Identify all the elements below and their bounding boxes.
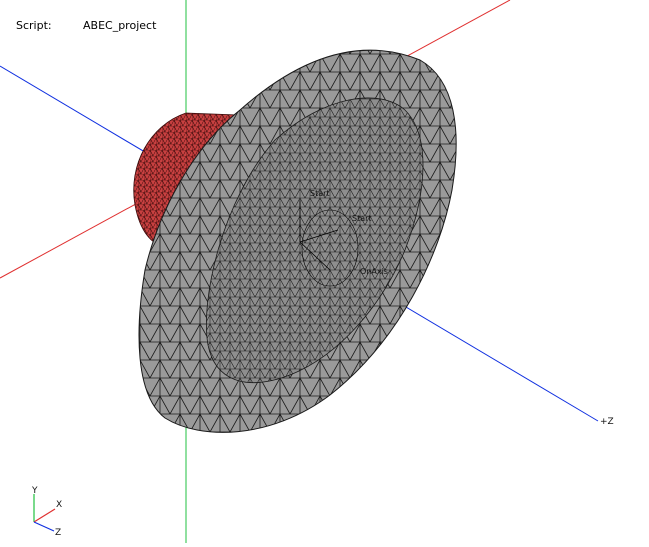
- 3d-viewport[interactable]: Start Start OnAxis +Z Y X Z Script: ABEC…: [0, 0, 649, 543]
- plus-z-label: +Z: [600, 417, 614, 427]
- onaxis-label: OnAxis: [360, 267, 388, 276]
- triad-z-label: Z: [55, 528, 61, 538]
- triad-y-label: Y: [31, 486, 38, 496]
- script-value: ABEC_project: [83, 19, 157, 32]
- script-label: Script:: [16, 19, 52, 32]
- scene-canvas[interactable]: Start Start OnAxis +Z Y X Z: [0, 0, 649, 543]
- triad-x-axis: [33, 508, 56, 523]
- start-label-a: Start: [310, 189, 330, 198]
- script-info: Script: ABEC_project: [16, 19, 156, 32]
- horn-mesh: [138, 49, 457, 433]
- triad-x-label: X: [56, 500, 62, 510]
- triad-z-axis: [33, 521, 55, 532]
- start-label-b: Start: [352, 214, 372, 223]
- orientation-triad: Y X Z: [31, 486, 62, 538]
